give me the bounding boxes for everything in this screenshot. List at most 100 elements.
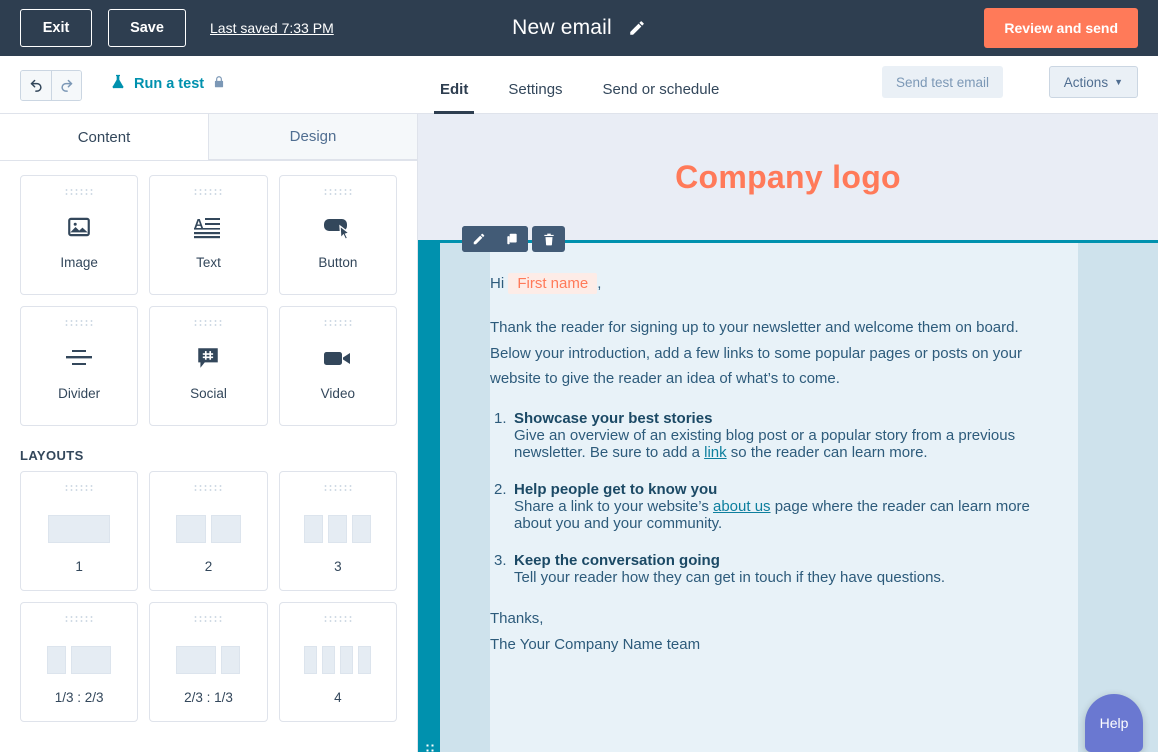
- module-card-video[interactable]: Video: [278, 306, 397, 426]
- drag-handle-dots-icon[interactable]: [425, 743, 434, 752]
- row-toolbar-group-delete: [532, 226, 565, 252]
- review-and-send-button[interactable]: Review and send: [984, 8, 1138, 48]
- text-icon: A: [194, 212, 222, 242]
- row-toolbar-group: [462, 226, 528, 252]
- tips-list: Showcase your best stories Give an overv…: [490, 410, 1056, 586]
- run-a-test-button[interactable]: Run a test: [110, 73, 226, 95]
- module-card-image[interactable]: Image: [20, 175, 139, 295]
- list-item-description: Share a link to your website’s about us …: [514, 498, 1056, 532]
- button-icon: [323, 212, 353, 242]
- drag-handle-dots-icon: [322, 615, 353, 623]
- inline-link[interactable]: link: [704, 444, 727, 461]
- help-button[interactable]: Help: [1085, 694, 1143, 752]
- exit-button[interactable]: Exit: [20, 9, 92, 47]
- layout-label: 2/3 : 1/3: [184, 690, 233, 705]
- layout-preview: [176, 645, 241, 675]
- tab-settings[interactable]: Settings: [488, 81, 582, 114]
- image-icon: [66, 212, 92, 242]
- personalization-token[interactable]: First name: [508, 273, 598, 294]
- delete-row-button[interactable]: [532, 226, 565, 252]
- content-sidebar: Content Design Image A Text Button Divid…: [0, 114, 418, 752]
- list-item-title: Showcase your best stories: [514, 410, 713, 428]
- drag-handle-dots-icon: [64, 484, 95, 492]
- desc-before: Share a link to your website’s: [514, 498, 713, 516]
- tab-send-or-schedule[interactable]: Send or schedule: [583, 81, 740, 114]
- page-title: New email: [512, 16, 612, 39]
- list-item-title: Help people get to know you: [514, 481, 718, 499]
- undo-arrow-icon[interactable]: [21, 71, 51, 100]
- desc-before: Tell your reader how they can get in tou…: [514, 569, 946, 587]
- modules-grid: Image A Text Button Divider Social Video: [0, 161, 417, 426]
- logo-row[interactable]: Company logo: [418, 114, 1158, 241]
- row-selection-stripe[interactable]: [418, 243, 440, 752]
- layout-preview: [48, 514, 111, 544]
- top-header: Exit Save Last saved 7:33 PM New email R…: [0, 0, 1158, 56]
- last-saved-label[interactable]: Last saved 7:33 PM: [210, 20, 334, 36]
- drag-handle-dots-icon: [322, 188, 353, 196]
- email-gutter-left: [440, 243, 490, 752]
- send-test-email-button[interactable]: Send test email: [881, 66, 1003, 98]
- actions-button[interactable]: Actions ▼: [1048, 66, 1138, 98]
- row-action-toolbar: [462, 226, 565, 252]
- tab-design[interactable]: Design: [208, 114, 417, 160]
- layout-card-4[interactable]: 4: [278, 602, 397, 722]
- social-hashtag-icon: [195, 343, 221, 373]
- list-item: Showcase your best stories Give an overv…: [490, 410, 1056, 461]
- duplicate-row-button[interactable]: [495, 226, 528, 252]
- divider-icon: [65, 343, 93, 373]
- module-label: Social: [190, 386, 227, 401]
- chevron-down-icon: ▼: [1114, 76, 1123, 87]
- sidebar-tabs: Content Design: [0, 114, 417, 161]
- layout-label: 3: [334, 559, 342, 574]
- sign-off: Thanks, The Your Company Name team: [490, 606, 1056, 658]
- edit-row-button[interactable]: [462, 226, 495, 252]
- tab-edit[interactable]: Edit: [420, 81, 488, 114]
- module-card-divider[interactable]: Divider: [20, 306, 139, 426]
- sign-off-line-1: Thanks,: [490, 610, 544, 628]
- drag-handle-dots-icon: [64, 188, 95, 196]
- layout-card-1[interactable]: 1: [20, 471, 139, 591]
- list-item: Help people get to know you Share a link…: [490, 481, 1056, 532]
- layout-preview: [47, 645, 112, 675]
- video-camera-icon: [323, 343, 353, 373]
- drag-handle-dots-icon: [64, 319, 95, 327]
- inline-link[interactable]: about us: [713, 498, 771, 515]
- redo-arrow-icon[interactable]: [51, 71, 81, 100]
- layouts-heading: LAYOUTS: [20, 448, 84, 463]
- layout-card-2-3-1-3[interactable]: 2/3 : 1/3: [149, 602, 268, 722]
- module-card-text[interactable]: A Text: [149, 175, 268, 295]
- layout-card-2[interactable]: 2: [149, 471, 268, 591]
- actions-label: Actions: [1063, 74, 1109, 90]
- drag-handle-dots-icon: [193, 188, 224, 196]
- flask-icon: [110, 73, 126, 95]
- tab-content[interactable]: Content: [0, 114, 208, 160]
- module-label: Image: [60, 255, 98, 270]
- email-gutter-right: [1078, 243, 1158, 752]
- run-a-test-label: Run a test: [134, 76, 205, 92]
- module-card-button[interactable]: Button: [278, 175, 397, 295]
- greeting-line: Hi First name,: [490, 271, 1056, 297]
- layout-card-1-3-2-3[interactable]: 1/3 : 2/3: [20, 602, 139, 722]
- layout-card-3[interactable]: 3: [278, 471, 397, 591]
- sign-off-line-2: The Your Company Name team: [490, 635, 701, 653]
- layout-label: 1: [75, 559, 83, 574]
- layout-preview: [175, 514, 241, 544]
- pencil-icon[interactable]: [628, 19, 646, 37]
- drag-handle-dots-icon: [322, 319, 353, 327]
- save-button[interactable]: Save: [108, 9, 186, 47]
- module-label: Video: [320, 386, 355, 401]
- intro-paragraph: Thank the reader for signing up to your …: [490, 318, 1022, 388]
- layout-preview: [304, 514, 372, 544]
- layout-label: 4: [334, 690, 342, 705]
- module-label: Divider: [58, 386, 101, 401]
- layouts-grid: 1 2 3 1/3 : 2/3 2/3: 1/3 4: [0, 471, 417, 722]
- module-label: Text: [196, 255, 221, 270]
- email-body-module[interactable]: Hi First name, Thank the reader for sign…: [490, 243, 1078, 752]
- drag-handle-dots-icon: [193, 319, 224, 327]
- list-item: Keep the conversation going Tell your re…: [490, 552, 1056, 586]
- undo-redo-group: [20, 70, 82, 101]
- module-label: Button: [318, 255, 358, 270]
- module-card-social[interactable]: Social: [149, 306, 268, 426]
- list-item-description: Tell your reader how they can get in tou…: [514, 569, 1056, 586]
- lock-icon: [212, 74, 226, 95]
